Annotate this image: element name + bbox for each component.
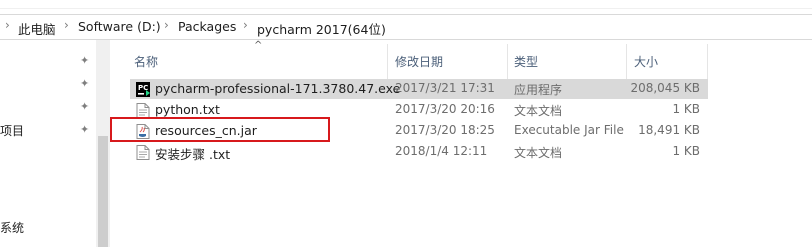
pin-icon[interactable]: ✦ [80,77,89,90]
ribbon-label [370,0,374,7]
nav-scrollbar-thumb[interactable] [98,136,108,247]
navigation-pane[interactable]: ✦ ✦ ✦ ✦ 项目 系统 [0,40,110,247]
file-type: Executable Jar File [514,123,624,137]
breadcrumb-packages[interactable]: Packages [178,19,236,34]
file-size: 1 KB [672,102,700,116]
file-name: python.txt [155,102,220,117]
breadcrumb-separator: › [5,18,10,32]
breadcrumb-separator: › [243,18,248,32]
nav-scrollbar[interactable] [96,40,110,247]
column-header-size[interactable]: 大小 [634,53,658,70]
column-header-type[interactable]: 类型 [514,53,538,70]
breadcrumb[interactable]: › 此电脑 › Software (D:) › Packages › pycha… [0,14,812,40]
sort-ascending-icon: ^ [254,40,263,51]
text-file-icon [136,145,150,160]
breadcrumb-drive[interactable]: Software (D:) [78,19,161,34]
nav-item-system[interactable]: 系统 [0,219,24,236]
file-date: 2017/3/20 18:25 [395,123,495,137]
column-divider[interactable] [387,44,388,80]
pin-icon[interactable]: ✦ [80,54,89,67]
pin-icon[interactable]: ✦ [80,100,89,113]
file-row[interactable]: 安装步骤 .txt 2018/1/4 12:11 文本文档 1 KB [130,142,708,162]
file-row[interactable]: PC pycharm-professional-171.3780.47.exe … [130,79,708,99]
pycharm-app-icon: PC [136,82,150,97]
file-size: 208,045 KB [630,81,700,95]
column-header-name[interactable]: 名称 [134,53,158,70]
file-type: 应用程序 [514,83,563,97]
pin-icon[interactable]: ✦ [80,123,89,136]
file-date: 2018/1/4 12:11 [395,144,488,158]
highlight-box [110,117,330,142]
column-divider[interactable] [707,44,708,80]
column-divider[interactable] [507,44,508,80]
column-divider[interactable] [626,44,627,80]
nav-item-projects[interactable]: 项目 [0,122,24,139]
column-header-date[interactable]: 修改日期 [395,53,443,70]
breadcrumb-separator: › [164,18,169,32]
ribbon-remnant [0,0,812,9]
file-size: 1 KB [672,144,700,158]
breadcrumb-separator: › [64,18,69,32]
file-size: 18,491 KB [638,123,700,137]
ribbon-label [0,0,4,7]
text-file-icon [136,103,150,118]
file-date: 2017/3/20 20:16 [395,102,495,116]
breadcrumb-pycharm-folder[interactable]: pycharm 2017(64位) [257,19,386,38]
breadcrumb-this-pc[interactable]: 此电脑 [18,19,56,38]
ribbon-label [215,0,219,7]
file-date: 2017/3/21 17:31 [395,81,495,95]
file-type: 文本文档 [514,104,563,118]
file-type: 文本文档 [514,146,563,160]
file-name: 安装步骤 .txt [155,147,231,162]
file-name: pycharm-professional-171.3780.47.exe [155,81,401,96]
